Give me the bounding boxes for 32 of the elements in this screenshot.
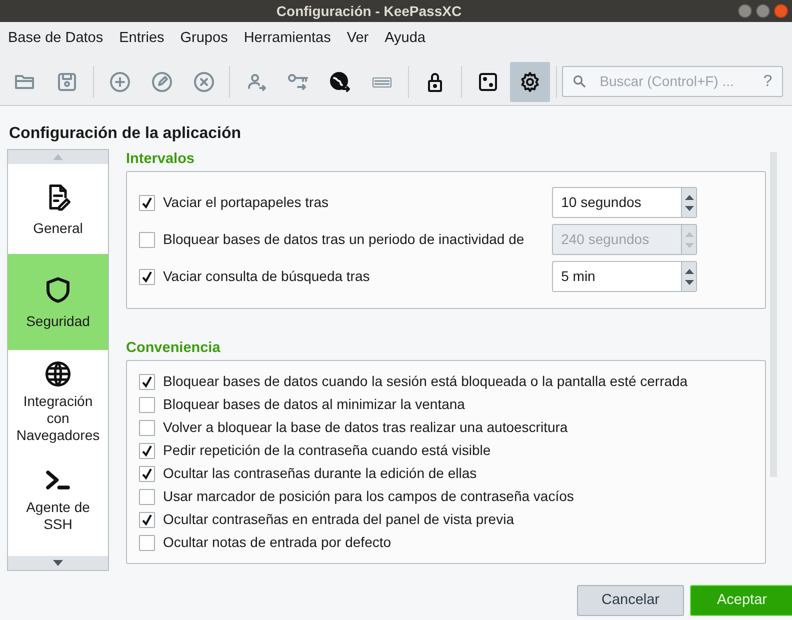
checkbox-label[interactable]: Volver a bloquear la base de datos tras realizar una autoescritura <box>163 417 568 438</box>
window-title: Configuración - KeePassXC <box>276 2 462 21</box>
sidebar-item[interactable]: Seguridad <box>8 254 108 350</box>
menu-item[interactable]: Base de Datos <box>0 28 112 50</box>
sidebar-item[interactable]: Agente de SSH <box>8 453 108 544</box>
checkbox-label[interactable]: Usar marcador de posición para los campos de contraseña vacíos <box>163 486 574 507</box>
checkbox-label[interactable]: Bloquear bases de datos cuando la sesión está bloqueada o la pantalla esté cerrada <box>163 371 688 392</box>
menu-item[interactable]: Ver <box>338 28 377 50</box>
spin-value: 10 segundos <box>560 193 642 212</box>
checkbox-label[interactable]: Ocultar contraseñas en entrada del panel de vista previa <box>163 509 514 530</box>
checkbox-label[interactable]: Vaciar consulta de búsqueda tras <box>163 266 370 287</box>
section-title: Intervalos <box>126 150 196 169</box>
menu-item[interactable]: Herramientas <box>236 28 339 50</box>
checkbox-label[interactable]: Ocultar notas de entrada por defecto <box>163 532 392 553</box>
search-field[interactable]: Buscar (Control+F) ... ? <box>562 66 784 97</box>
spin-value: 5 min <box>560 267 596 286</box>
section-title: Conveniencia <box>126 339 222 358</box>
menu-item[interactable]: Entries <box>111 28 172 50</box>
help-button[interactable]: ? <box>763 70 772 94</box>
sidebar-item[interactable]: General <box>8 164 108 254</box>
menu-item[interactable]: Ayuda <box>376 28 434 50</box>
settings-title: Configuración de la aplicación <box>8 124 242 144</box>
cancel-button[interactable]: Cancelar <box>577 585 684 616</box>
checkbox-label[interactable]: Vaciar el portapapeles tras <box>163 192 328 213</box>
spin-value: 240 segundos <box>560 230 650 249</box>
menu-item[interactable]: Grupos <box>172 28 236 50</box>
sidebar-item[interactable]: Integración con Navegadores <box>8 350 108 453</box>
checkbox-label[interactable]: Bloquear bases de datos al minimizar la ventana <box>163 394 465 415</box>
spin-box[interactable]: 5 min <box>552 261 698 292</box>
checkbox-label[interactable]: Ocultar las contraseñas durante la edición de ellas <box>163 463 477 484</box>
checkbox-label[interactable]: Pedir repetición de la contraseña cuando está visible <box>163 440 491 461</box>
spin-box[interactable]: 10 segundos <box>552 187 698 218</box>
